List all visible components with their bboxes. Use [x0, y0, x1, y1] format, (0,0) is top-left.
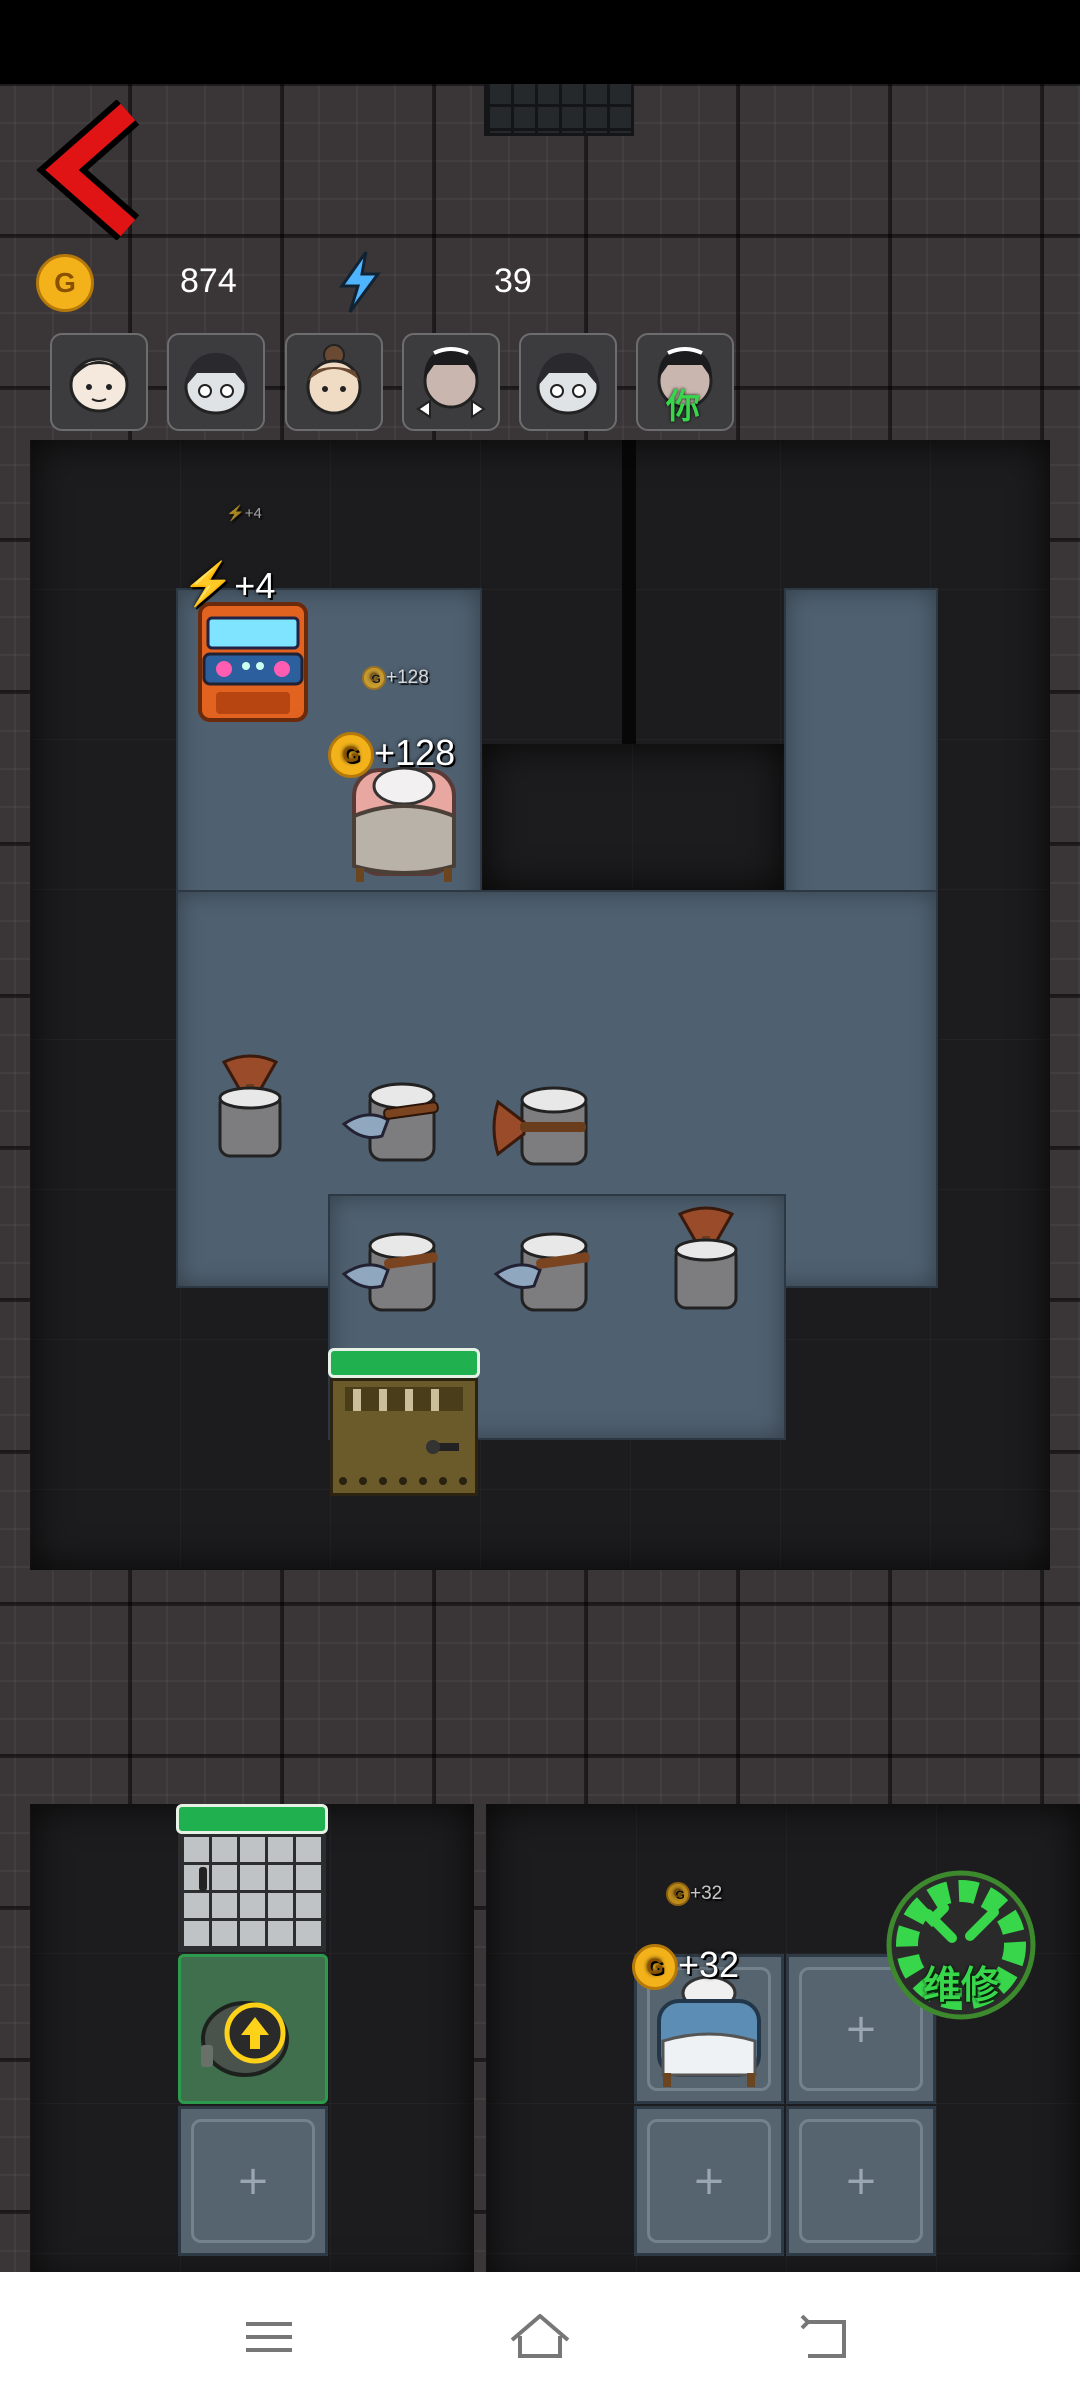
plus-icon: +	[692, 2158, 726, 2204]
home-icon	[510, 2314, 570, 2358]
empty-build-slot-r2[interactable]: +	[634, 2106, 784, 2256]
broom-bucket-1[interactable]	[200, 1050, 300, 1170]
wooden-door-icon	[339, 1387, 467, 1485]
pale-ghost-face-icon-2	[536, 353, 600, 415]
bun-hair-face-icon	[306, 344, 362, 415]
wooden-door[interactable]	[330, 1378, 478, 1496]
empty-build-slot-r3[interactable]: +	[786, 2106, 936, 2256]
gold-counter: G 874	[36, 254, 237, 314]
shovel-bucket-3[interactable]	[490, 1214, 600, 1324]
broom-bucket-icon	[218, 1054, 282, 1158]
avatar-pale-ghost[interactable]	[167, 333, 265, 431]
avatar-girl-bangs[interactable]	[50, 333, 148, 431]
broom-bucket-3[interactable]	[656, 1202, 756, 1322]
avatar-bun-hair[interactable]	[285, 333, 383, 431]
door-health-bar	[328, 1348, 480, 1378]
pale-ghost-face-icon	[184, 353, 248, 415]
broom-bucket-icon-3	[674, 1206, 738, 1310]
plus-icon: +	[844, 2158, 878, 2204]
back-arrow-icon	[36, 99, 140, 241]
avatar-maid-bow[interactable]	[402, 333, 500, 431]
energy-amount: 39	[494, 262, 532, 300]
arcade-machine-icon	[198, 602, 308, 722]
repair-button[interactable]: 维修	[884, 1868, 1038, 2022]
coin-icon: G	[632, 1944, 678, 1991]
gold-amount: 874	[180, 262, 237, 300]
gold-gain-big-top: G +128	[328, 732, 455, 779]
menu-button[interactable]	[230, 2302, 310, 2372]
empty-build-slot-left[interactable]: +	[178, 2106, 328, 2256]
home-button[interactable]	[500, 2302, 580, 2372]
repair-button-label: 维修	[922, 1963, 999, 2007]
back-nav-button[interactable]	[784, 2302, 864, 2372]
coin-icon: G	[666, 1882, 690, 1906]
girl-bangs-face-icon	[69, 357, 129, 413]
gold-coin-icon: G	[36, 254, 94, 312]
arcade-machine[interactable]	[194, 596, 312, 724]
status-bar	[0, 0, 1080, 84]
energy-gain-big: ⚡+4	[182, 560, 276, 607]
gold-gain-big-bottom: G +32	[632, 1944, 739, 1991]
plus-icon: +	[236, 2158, 270, 2204]
back-button[interactable]	[36, 99, 146, 241]
energy-gain-small: ⚡+4	[226, 505, 262, 522]
metal-door[interactable]	[178, 1834, 326, 1952]
shovel-bucket-icon	[341, 1082, 439, 1162]
avatar-pale-ghost-2[interactable]	[519, 333, 617, 431]
shovel-bucket-icon-2	[341, 1232, 438, 1312]
gold-gain-small-bottom: G +32	[666, 1882, 722, 1906]
avatar-player-maid[interactable]: 你	[636, 333, 734, 431]
coin-icon: G	[362, 666, 386, 690]
menu-icon	[246, 2322, 292, 2352]
lightning-bolt-icon	[339, 251, 381, 313]
upgrade-slot[interactable]	[178, 1954, 328, 2104]
upper-room-notch	[482, 744, 784, 890]
gold-gain-small-top: G +128	[362, 666, 429, 690]
broom-bucket-side-icon	[492, 1086, 588, 1166]
back-nav-icon	[800, 2314, 846, 2358]
metal-door-health-bar	[176, 1804, 328, 1834]
metal-door-handle	[199, 1867, 207, 1891]
maid-bow-face-icon	[416, 347, 486, 419]
shovel-bucket-1[interactable]	[338, 1064, 448, 1174]
lightning-icon: ⚡	[226, 505, 245, 522]
ceiling-vent	[484, 84, 634, 136]
system-nav-bar	[0, 2272, 1080, 2400]
lightning-icon: ⚡	[182, 560, 235, 607]
upgrade-arrow-icon	[201, 2001, 289, 2077]
broom-bucket-2[interactable]	[490, 1068, 600, 1178]
coin-icon: G	[328, 732, 374, 779]
shovel-bucket-2[interactable]	[338, 1214, 448, 1324]
you-tag: 你	[666, 387, 700, 427]
shovel-bucket-icon-3	[493, 1232, 590, 1312]
energy-counter: 39	[336, 250, 556, 316]
